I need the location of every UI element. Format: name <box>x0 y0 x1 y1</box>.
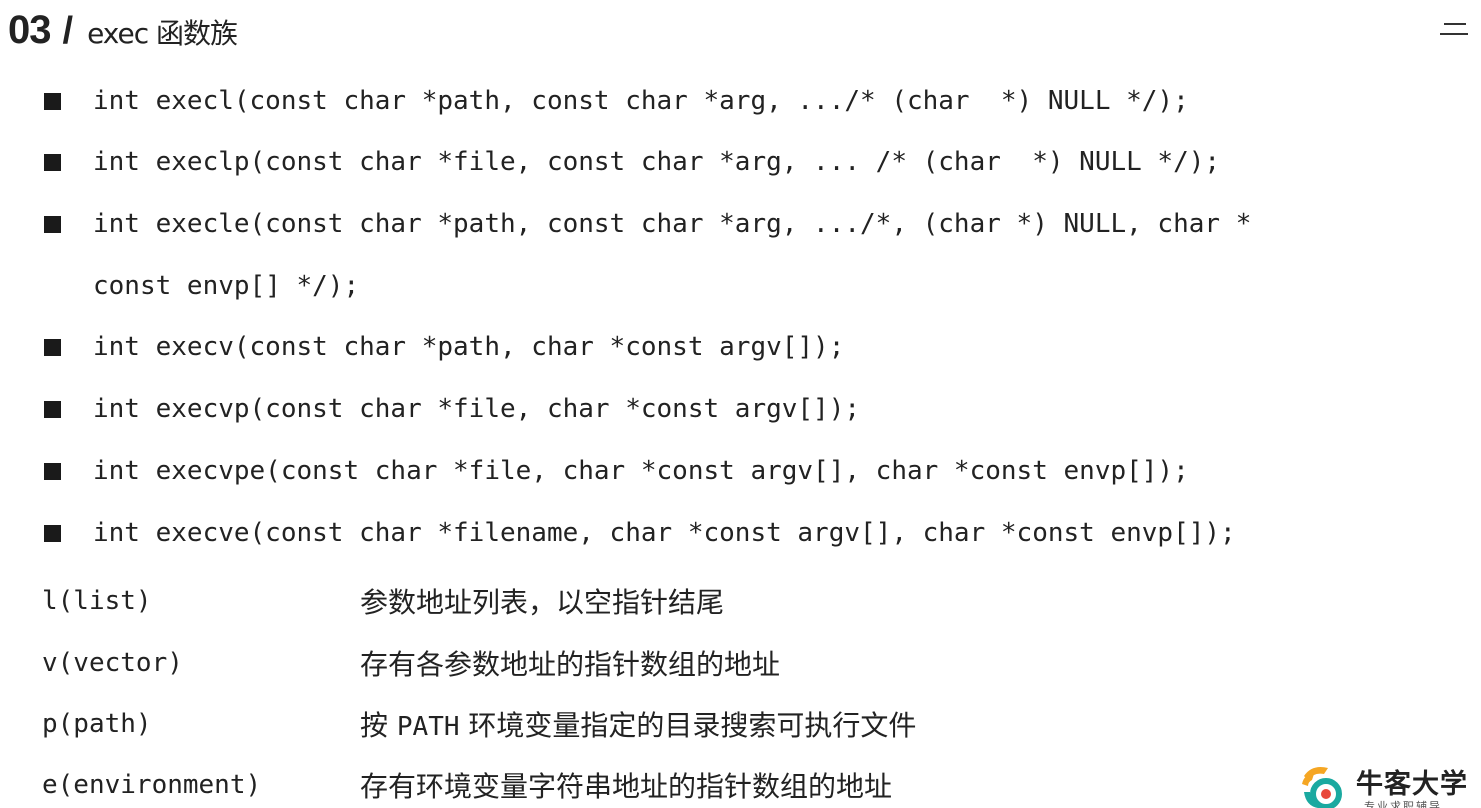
logo-name: 牛客大学 <box>1356 769 1468 800</box>
list-item: int execve(const char *filename, char *c… <box>44 520 1236 546</box>
list-item: int execv(const char *path, char *const … <box>44 334 844 360</box>
legend-row: l(list) 参数地址列表，以空指针结尾 <box>42 581 724 621</box>
function-prototype: int execv(const char *path, char *const … <box>93 332 845 362</box>
square-bullet-icon <box>44 338 61 356</box>
legend-description: 参数地址列表，以空指针结尾 <box>360 586 725 619</box>
function-prototype: int execle(const char *path, const char … <box>93 209 1252 239</box>
square-bullet-icon <box>44 400 61 418</box>
legend-row: e(environment) 存有环境变量字符串地址的指针数组的地址 <box>42 765 892 805</box>
menu-icon[interactable] <box>1440 20 1470 38</box>
square-bullet-icon <box>44 153 61 171</box>
legend-description: 存有环境变量字符串地址的指针数组的地址 <box>360 770 893 803</box>
niuke-logo-icon <box>1302 767 1342 808</box>
list-item: int execvpe(const char *file, char *cons… <box>44 458 1189 484</box>
legend-key: l(list) <box>42 586 152 616</box>
function-prototype: int execve(const char *filename, char *c… <box>93 518 1236 548</box>
function-prototype: int execlp(const char *file, const char … <box>93 147 1221 177</box>
function-prototype-continuation: const envp[] */); <box>93 271 360 301</box>
list-item: int execlp(const char *file, const char … <box>44 149 1220 175</box>
legend-description: 存有各参数地址的指针数组的地址 <box>360 648 781 681</box>
legend-description-suffix: 环境变量指定的目录搜索可执行文件 <box>459 709 917 742</box>
square-bullet-icon <box>44 524 61 542</box>
function-prototype: int execvp(const char *file, char *const… <box>93 394 861 424</box>
legend-row: p(path) 按 PATH 环境变量指定的目录搜索可执行文件 <box>42 704 916 744</box>
legend-key: e(environment) <box>42 770 262 800</box>
logo-tagline: 专业求职辅导 <box>1364 800 1442 808</box>
list-item: int execl(const char *path, const char *… <box>44 88 1189 114</box>
slide-title: exec 函数族 <box>87 17 238 50</box>
section-number: 03 <box>8 8 51 52</box>
legend-description: 按 PATH 环境变量指定的目录搜索可执行文件 <box>360 704 916 744</box>
legend-key: p(path) <box>42 709 152 739</box>
list-item: int execvp(const char *file, char *const… <box>44 396 860 422</box>
function-prototype: int execl(const char *path, const char *… <box>93 86 1189 116</box>
legend-description-code: PATH <box>396 712 460 742</box>
function-prototype: int execvpe(const char *file, char *cons… <box>93 456 1189 486</box>
legend-row: v(vector) 存有各参数地址的指针数组的地址 <box>42 643 780 683</box>
square-bullet-icon <box>44 92 61 110</box>
slide-header: 03 / exec 函数族 <box>8 8 238 52</box>
list-item: int execle(const char *path, const char … <box>44 211 1251 237</box>
brand-logo: 牛客大学 专业求职辅导 <box>1298 760 1478 808</box>
square-bullet-icon <box>44 462 61 480</box>
square-bullet-icon <box>44 215 61 233</box>
legend-key: v(vector) <box>42 648 183 678</box>
section-slash: / <box>62 10 74 52</box>
legend-description-prefix: 按 <box>360 709 397 742</box>
